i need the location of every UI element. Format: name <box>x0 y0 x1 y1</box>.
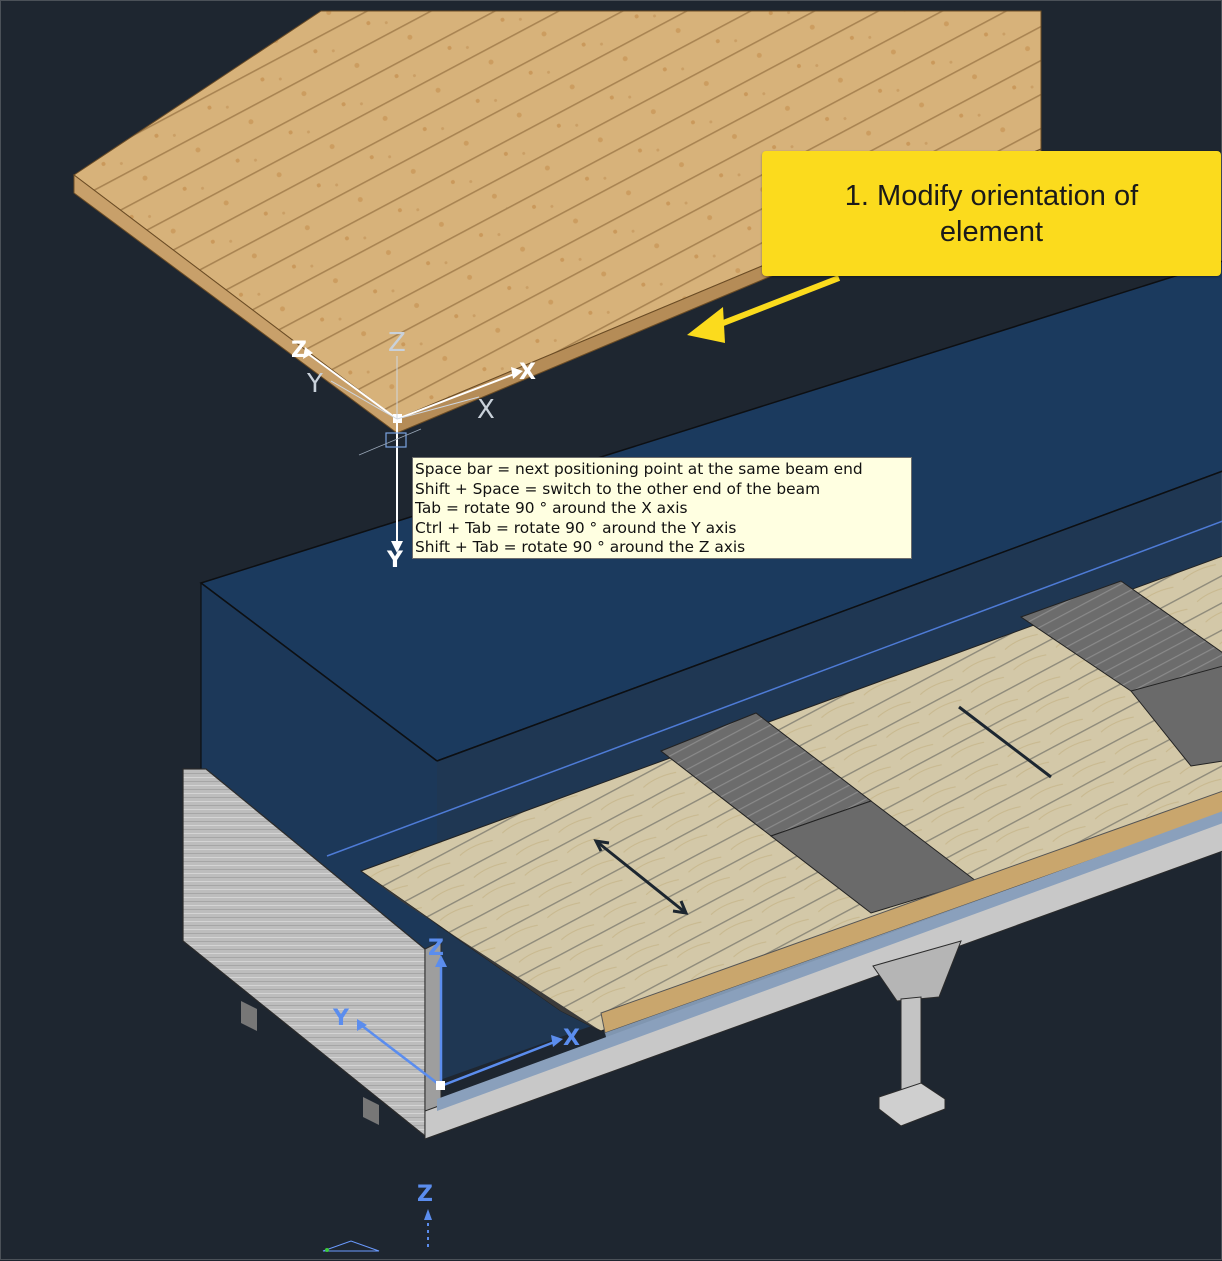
tooltip-line: Shift + Space = switch to the other end … <box>415 479 821 498</box>
element-z-label: Z <box>291 338 307 363</box>
ghost-x-label: X <box>477 395 495 425</box>
tooltip-line: Ctrl + Tab = rotate 90 ° around the Y ax… <box>415 518 737 537</box>
tooltip-line: Shift + Tab = rotate 90 ° around the Z a… <box>415 538 746 556</box>
keyboard-shortcuts-tooltip: Space bar = next positioning point at th… <box>412 457 912 559</box>
element-y-label: Y <box>386 548 404 573</box>
ghost-y-label: Y <box>306 369 323 399</box>
tooltip-line: Space bar = next positioning point at th… <box>415 460 863 478</box>
callout-text: 1. Modify orientation of element <box>844 179 1139 248</box>
tooltip-line: Tab = rotate 90 ° around the X axis <box>415 499 688 517</box>
world-y-label: Y <box>332 1006 350 1031</box>
world-x-label: X <box>563 1026 580 1051</box>
cad-viewport[interactable]: Z Y X Z X Y Z Y X Z 1. Modify orientatio… <box>0 0 1222 1260</box>
bottom-ucs-icon <box>322 1209 432 1252</box>
bottom-z-label: Z <box>417 1182 433 1207</box>
world-z-label: Z <box>428 936 444 961</box>
ghost-z-label: Z <box>388 328 406 358</box>
instruction-callout: 1. Modify orientation of element <box>762 151 1221 276</box>
element-x-label: X <box>519 360 536 385</box>
